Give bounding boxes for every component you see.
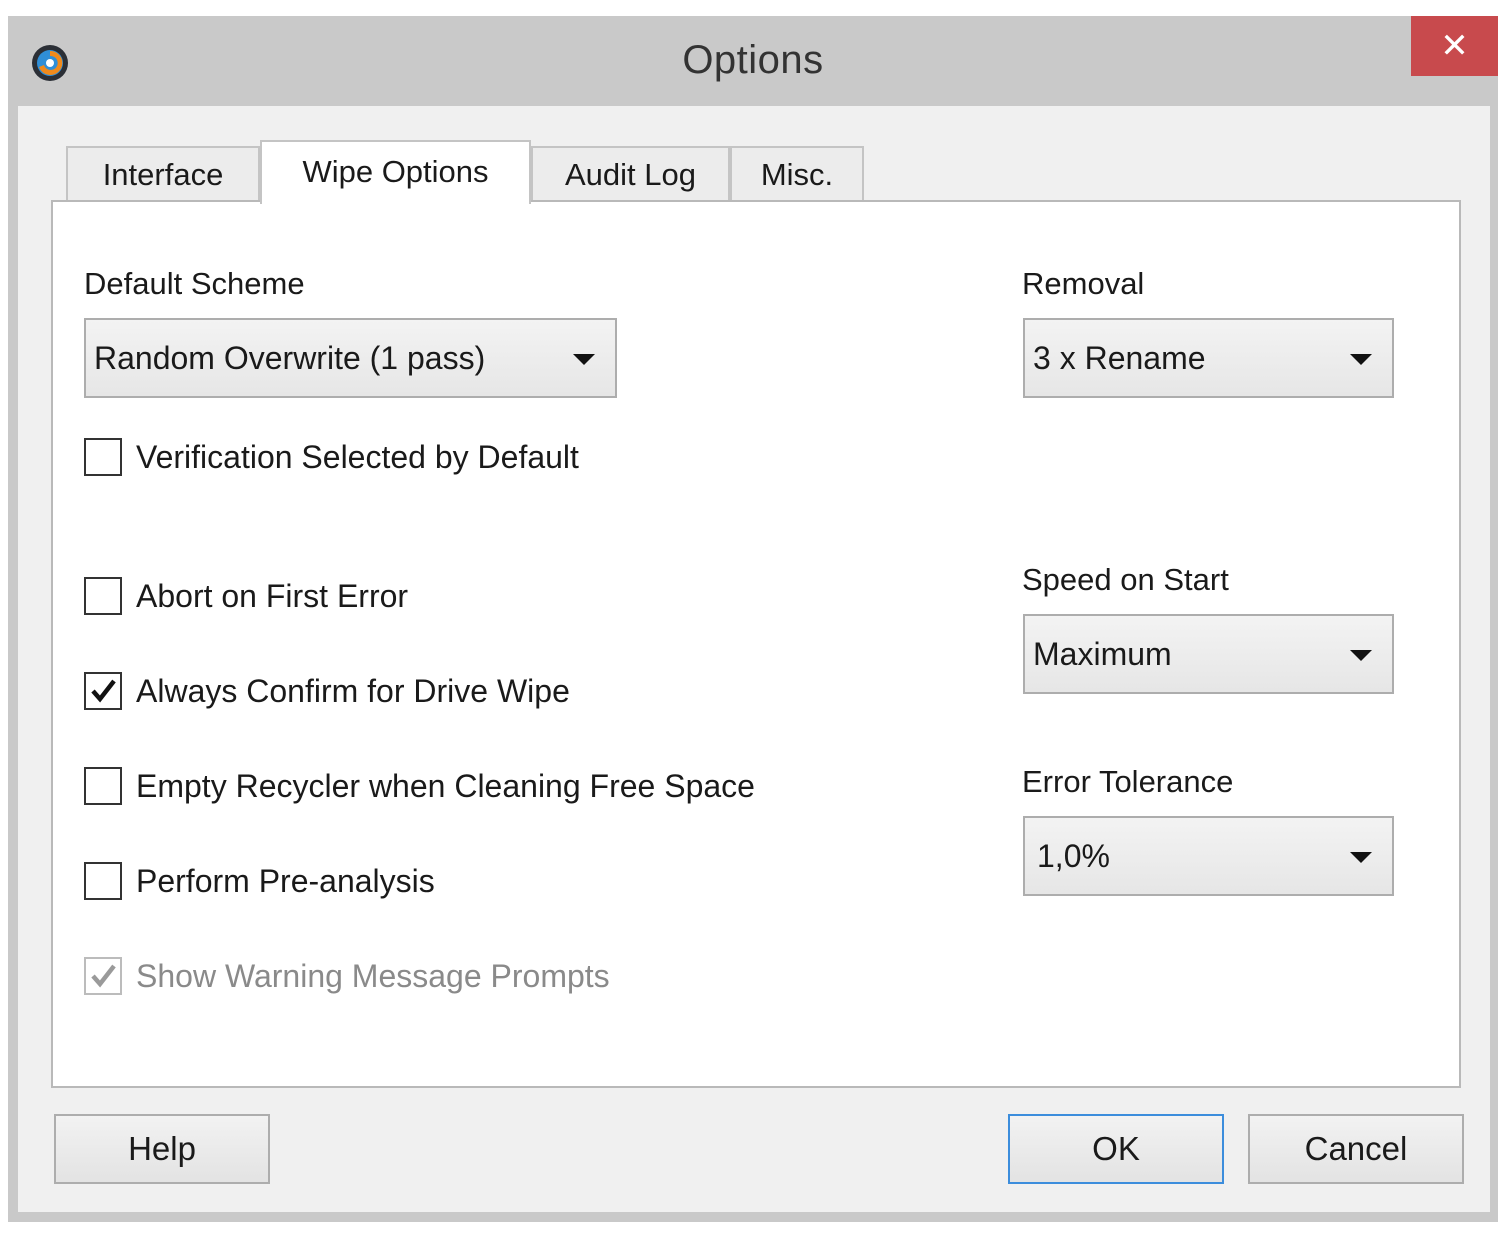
tab-label: Misc. — [760, 157, 834, 192]
chevron-down-icon — [1350, 852, 1372, 863]
checkmark-icon — [91, 964, 116, 988]
wipe-options-panel: Default Scheme Random Overwrite (1 pass)… — [51, 200, 1461, 1088]
error-tolerance-dropdown[interactable]: 1,0% — [1023, 816, 1394, 896]
removal-label: Removal — [1022, 266, 1145, 301]
default-scheme-label: Default Scheme — [84, 266, 305, 301]
ok-button-label: OK — [1092, 1130, 1140, 1167]
verification-label: Verification Selected by Default — [136, 439, 579, 475]
ok-button[interactable]: OK — [1008, 1114, 1224, 1184]
empty-recycler-label: Empty Recycler when Cleaning Free Space — [136, 768, 755, 804]
chevron-down-icon — [573, 354, 595, 365]
checkmark-icon — [91, 679, 116, 703]
verification-checkbox[interactable] — [84, 438, 122, 476]
cancel-button[interactable]: Cancel — [1248, 1114, 1464, 1184]
speed-on-start-value: Maximum — [1033, 636, 1172, 672]
abort-on-error-checkbox[interactable] — [84, 577, 122, 615]
default-scheme-dropdown[interactable]: Random Overwrite (1 pass) — [84, 318, 617, 398]
pre-analysis-label: Perform Pre-analysis — [136, 863, 435, 899]
error-tolerance-value: 1,0% — [1037, 838, 1110, 874]
tab-label: Audit Log — [565, 157, 696, 192]
warning-prompts-checkbox — [84, 957, 122, 995]
cancel-button-label: Cancel — [1304, 1130, 1408, 1167]
close-icon: ✕ — [1440, 27, 1469, 65]
error-tolerance-label: Error Tolerance — [1022, 764, 1234, 799]
pre-analysis-checkbox[interactable] — [84, 862, 122, 900]
window-title: Options — [682, 38, 824, 82]
options-dialog: Options ✕ Interface Wipe Options Audit L… — [8, 16, 1498, 1222]
tab-interface[interactable]: Interface — [66, 146, 260, 202]
tab-misc[interactable]: Misc. — [730, 146, 864, 202]
tab-wipe-options[interactable]: Wipe Options — [260, 140, 531, 204]
confirm-drive-wipe-label: Always Confirm for Drive Wipe — [136, 673, 570, 709]
removal-value: 3 x Rename — [1033, 340, 1206, 376]
empty-recycler-checkbox[interactable] — [84, 767, 122, 805]
chevron-down-icon — [1350, 650, 1372, 661]
tab-label: Wipe Options — [302, 154, 489, 189]
abort-on-error-label: Abort on First Error — [136, 578, 409, 614]
speed-on-start-label: Speed on Start — [1022, 562, 1229, 597]
title-bar[interactable]: Options ✕ — [8, 16, 1498, 104]
close-button[interactable]: ✕ — [1411, 16, 1498, 76]
chevron-down-icon — [1350, 354, 1372, 365]
help-button[interactable]: Help — [54, 1114, 270, 1184]
removal-dropdown[interactable]: 3 x Rename — [1023, 318, 1394, 398]
speed-on-start-dropdown[interactable]: Maximum — [1023, 614, 1394, 694]
default-scheme-value: Random Overwrite (1 pass) — [94, 340, 486, 376]
dialog-body: Interface Wipe Options Audit Log Misc. D… — [18, 106, 1490, 1212]
warning-prompts-label: Show Warning Message Prompts — [136, 958, 610, 994]
help-button-label: Help — [128, 1130, 196, 1167]
tab-audit-log[interactable]: Audit Log — [531, 146, 730, 202]
tab-label: Interface — [102, 157, 224, 192]
confirm-drive-wipe-checkbox[interactable] — [84, 672, 122, 710]
